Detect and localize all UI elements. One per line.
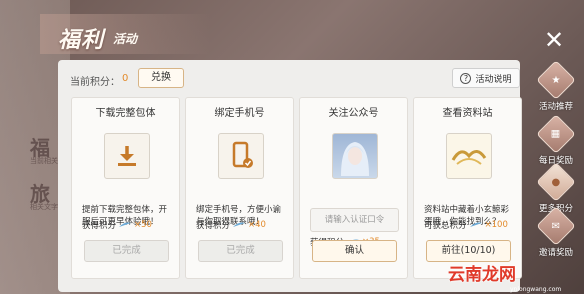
side-tab-activity-recommend[interactable]: ★ 活动推荐 <box>531 60 581 116</box>
side-tab-label: 邀请奖励 <box>538 248 573 258</box>
card-title: 绑定手机号 <box>214 108 265 119</box>
page-title: 福利 <box>58 27 105 53</box>
background-subtext: 相关文字 <box>30 203 58 211</box>
task-card-bind-phone: 绑定手机号 绑定手机号，方便小谕与你取得联系哦！ 获得积分 ×40 已完成 <box>185 97 294 279</box>
feather-icon <box>119 222 132 227</box>
feather-icon <box>233 222 246 227</box>
completed-button[interactable]: 已完成 <box>84 240 169 262</box>
reward-amount: ×40 <box>248 220 266 230</box>
task-card-follow-account: 关注公众号 请输入认证口令 获得积分 ×35 确认 <box>299 97 408 279</box>
card-title: 下载完整包体 <box>95 108 156 119</box>
side-tab-invite-reward[interactable]: ✉ 邀请奖励 <box>531 206 581 262</box>
page-subtitle: 活动 <box>113 32 138 46</box>
completed-button[interactable]: 已完成 <box>198 240 283 262</box>
points-value: 0 <box>122 73 129 84</box>
activity-help-label: 活动说明 <box>475 74 512 85</box>
reward-label: 可获总积分 <box>424 221 467 231</box>
card-reward: 可获总积分 ×100 <box>424 219 508 231</box>
card-reward: 获得积分 ×40 <box>196 219 266 231</box>
go-button[interactable]: 前往(10/10) <box>426 240 511 262</box>
character-portrait-icon <box>332 133 378 179</box>
points-label: 当前积分： <box>70 77 120 88</box>
reward-label: 获得积分 <box>196 221 231 231</box>
gift-icon: ★ <box>536 60 576 100</box>
game-logo-icon <box>446 133 492 179</box>
reward-label: 获得积分 <box>82 221 117 231</box>
coin-icon: ● <box>536 162 576 202</box>
feather-icon <box>469 222 482 227</box>
watermark-text: 云南龙网 <box>448 265 516 285</box>
watermark-url: ynlongwang.com <box>510 286 562 293</box>
task-card-view-wiki: 查看资料站 资料站中藏着小玄鲸彩蛋哦，你能找到么？ 可获总积分 ×100 前往(… <box>413 97 522 279</box>
task-card-download: 下载完整包体 提前下载完整包体，开服后可更早体验哦！ 获得积分 ×50 已完成 <box>71 97 180 279</box>
reward-amount: ×100 <box>484 220 508 230</box>
question-icon: ? <box>460 72 472 84</box>
card-title: 查看资料站 <box>442 108 493 119</box>
confirm-button[interactable]: 确认 <box>312 240 397 262</box>
download-icon <box>104 133 150 179</box>
reward-amount: ×50 <box>134 220 152 230</box>
close-icon[interactable]: ✕ <box>540 26 568 54</box>
card-reward: 获得积分 ×50 <box>82 219 152 231</box>
side-tab-label: 活动推荐 <box>538 102 573 112</box>
auth-code-input[interactable]: 请输入认证口令 <box>310 208 399 232</box>
exchange-button[interactable]: 兑换 <box>138 68 184 88</box>
phone-check-icon <box>218 133 264 179</box>
invite-icon: ✉ <box>536 206 576 246</box>
card-title: 关注公众号 <box>328 108 379 119</box>
background-subtext: 当前相关 <box>30 157 58 165</box>
calendar-icon: ▦ <box>536 114 576 154</box>
activity-help-button[interactable]: ? 活动说明 <box>452 68 520 88</box>
